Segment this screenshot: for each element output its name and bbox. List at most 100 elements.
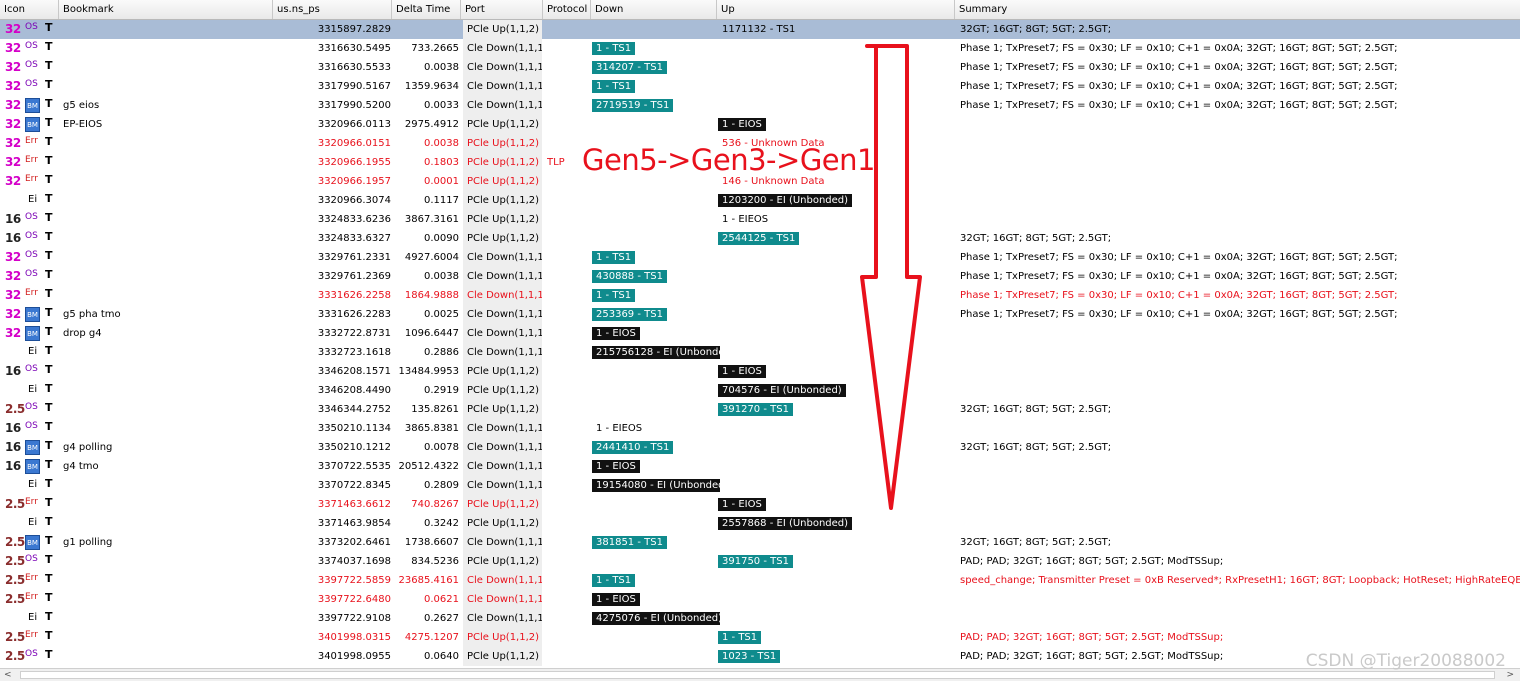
up-packet-badge[interactable]: 1 - EIOS	[718, 498, 766, 511]
column-header-timestamp[interactable]: us.ns_ps	[273, 0, 392, 19]
bookmark-name[interactable]	[63, 210, 268, 229]
scrollbar-thumb[interactable]	[20, 671, 1495, 679]
down-packet-badge[interactable]: 314207 - TS1	[592, 61, 667, 74]
up-packet-badge[interactable]: 704576 - EI (Unbonded)	[718, 384, 846, 397]
table-row[interactable]: Ei T 3320966.3074 0.1117 PCle Up(1,1,2) 12032…	[0, 191, 1520, 210]
bookmark-icon[interactable]: BM	[25, 440, 40, 455]
down-packet-badge[interactable]: 1 - TS1	[592, 42, 636, 55]
bookmark-icon[interactable]: BM	[25, 117, 40, 132]
table-row[interactable]: 32 OS T 3329761.2369 0.0038 Cle Down(1,1,1) 43…	[0, 267, 1520, 286]
table-row[interactable]: 32 BM T EP-EIOS 3320966.0113 2975.4912 PCle Up…	[0, 115, 1520, 134]
bookmark-name[interactable]	[63, 647, 268, 666]
bookmark-icon[interactable]: BM	[25, 535, 40, 550]
table-row[interactable]: 32 BM Tg5 pha tmo 3331626.2283 0.0025 Cle Dow…	[0, 305, 1520, 324]
scroll-left-icon[interactable]: <	[4, 669, 12, 681]
bookmark-name[interactable]	[63, 267, 268, 286]
bookmark-name[interactable]	[63, 248, 268, 267]
column-header-delta-time[interactable]: Delta Time	[392, 0, 461, 19]
bookmark-name[interactable]: g5 pha tmo	[63, 305, 268, 324]
column-header-down[interactable]: Down	[591, 0, 717, 19]
bookmark-name[interactable]	[63, 172, 268, 191]
down-packet-badge[interactable]: 1 - EIOS	[592, 593, 640, 606]
up-packet-badge[interactable]: 1 - EIOS	[718, 365, 766, 378]
bookmark-name[interactable]	[63, 552, 268, 571]
table-row[interactable]: 32 BM Tg5 eios 3317990.5200 0.0033 Cle Down(1…	[0, 96, 1520, 115]
bookmark-name[interactable]	[63, 134, 268, 153]
table-row[interactable]: 32 OS T 3315897.2829 PCle Up(1,1,2) 1171132 -…	[0, 20, 1520, 39]
table-row[interactable]: 16 OS T 3324833.6327 0.0090 PCle Up(1,1,2) 254…	[0, 229, 1520, 248]
bookmark-icon[interactable]: BM	[25, 459, 40, 474]
down-packet-badge[interactable]: 2441410 - TS1	[592, 441, 674, 454]
up-packet-badge[interactable]: 1 - TS1	[718, 631, 762, 644]
bookmark-name[interactable]: EP-EIOS	[63, 115, 268, 134]
down-packet-badge[interactable]: 381851 - TS1	[592, 536, 667, 549]
up-packet-badge[interactable]: 1 - EIEOS	[718, 213, 772, 226]
bookmark-name[interactable]	[63, 419, 268, 438]
column-header-up[interactable]: Up	[717, 0, 955, 19]
horizontal-scrollbar[interactable]: < >	[0, 668, 1520, 681]
bookmark-icon[interactable]: BM	[25, 98, 40, 113]
up-packet-badge[interactable]: 2544125 - TS1	[718, 232, 800, 245]
table-row[interactable]: 16 BM Tg4 tmo 3370722.5535 20512.4322 Cle Dow…	[0, 457, 1520, 476]
down-packet-badge[interactable]: 2719519 - TS1	[592, 99, 674, 112]
bookmark-name[interactable]	[63, 590, 268, 609]
down-packet-badge[interactable]: 430888 - TS1	[592, 270, 667, 283]
column-header-protocol[interactable]: Protocol	[543, 0, 591, 19]
bookmark-name[interactable]: g1 polling	[63, 533, 268, 552]
table-row[interactable]: 32 OS T 3317990.5167 1359.9634 Cle Down(1,1,1…	[0, 77, 1520, 96]
up-packet-badge[interactable]: 1171132 - TS1	[718, 23, 799, 36]
down-packet-badge[interactable]: 1 - TS1	[592, 251, 636, 264]
down-packet-badge[interactable]: 19154080 - EI (Unbonded)	[592, 479, 720, 492]
table-row[interactable]: 16 OS T 3350210.1134 3865.8381 Cle Down(1,1,1…	[0, 419, 1520, 438]
table-row[interactable]: 32 Err T 3331626.2258 1864.9888 Cle Down(1,1,…	[0, 286, 1520, 305]
bookmark-icon[interactable]: BM	[25, 307, 40, 322]
bookmark-name[interactable]	[63, 476, 268, 495]
bookmark-name[interactable]	[63, 609, 268, 628]
down-packet-badge[interactable]: 1 - EIOS	[592, 327, 640, 340]
down-packet-badge[interactable]: 253369 - TS1	[592, 308, 667, 321]
down-packet-badge[interactable]: 1 - TS1	[592, 80, 636, 93]
down-packet-badge[interactable]: 1 - TS1	[592, 574, 636, 587]
bookmark-icon[interactable]: BM	[25, 326, 40, 341]
down-packet-badge[interactable]: 1 - EIOS	[592, 460, 640, 473]
table-row[interactable]: 32 OS T 3329761.2331 4927.6004 Cle Down(1,1,1…	[0, 248, 1520, 267]
up-packet-badge[interactable]: 2557868 - EI (Unbonded)	[718, 517, 853, 530]
bookmark-name[interactable]	[63, 191, 268, 210]
table-row[interactable]: 2.5 Err T 3401998.0315 4275.1207 PCle Up(1,1,…	[0, 628, 1520, 647]
bookmark-name[interactable]	[63, 628, 268, 647]
bookmark-name[interactable]: g5 eios	[63, 96, 268, 115]
up-packet-badge[interactable]: 1 - EIOS	[718, 118, 766, 131]
table-row[interactable]: Ei T 3397722.9108 0.2627 Cle Down(1,1,1) 4275…	[0, 609, 1520, 628]
table-row[interactable]: 16 OS T 3346208.1571 13484.9953 PCle Up(1,1,2…	[0, 362, 1520, 381]
bookmark-name[interactable]	[63, 495, 268, 514]
bookmark-name[interactable]	[63, 362, 268, 381]
bookmark-name[interactable]	[63, 400, 268, 419]
bookmark-name[interactable]: g4 polling	[63, 438, 268, 457]
table-row[interactable]: 32 OS T 3316630.5495 733.2665 Cle Down(1,1,1)…	[0, 39, 1520, 58]
bookmark-name[interactable]	[63, 39, 268, 58]
down-packet-badge[interactable]: 1 - TS1	[592, 289, 636, 302]
table-row[interactable]: Ei T 3332723.1618 0.2886 Cle Down(1,1,1) 2157…	[0, 343, 1520, 362]
table-row[interactable]: 2.5 OS T 3346344.2752 135.8261 PCle Up(1,1,2)…	[0, 400, 1520, 419]
up-packet-badge[interactable]: 391270 - TS1	[718, 403, 793, 416]
bookmark-name[interactable]	[63, 77, 268, 96]
bookmark-name[interactable]	[63, 571, 268, 590]
bookmark-name[interactable]: g4 tmo	[63, 457, 268, 476]
table-row[interactable]: Ei T 3370722.8345 0.2809 Cle Down(1,1,1) 1915…	[0, 476, 1520, 495]
bookmark-name[interactable]	[63, 514, 268, 533]
bookmark-name[interactable]	[63, 58, 268, 77]
bookmark-name[interactable]	[63, 286, 268, 305]
table-row[interactable]: 2.5 OS T 3374037.1698 834.5236 PCle Up(1,1,2)…	[0, 552, 1520, 571]
column-header-bookmark[interactable]: Bookmark	[59, 0, 273, 19]
table-row[interactable]: Ei T 3371463.9854 0.3242 PCle Up(1,1,2) 25578…	[0, 514, 1520, 533]
bookmark-name[interactable]	[63, 153, 268, 172]
bookmark-name[interactable]	[63, 20, 268, 39]
up-packet-badge[interactable]: 391750 - TS1	[718, 555, 793, 568]
down-packet-badge[interactable]: 215756128 - EI (Unbonded)	[592, 346, 720, 359]
column-header-port[interactable]: Port	[461, 0, 543, 19]
table-row[interactable]: 2.5 Err T 3397722.6480 0.0621 Cle Down(1,1,1)…	[0, 590, 1520, 609]
table-row[interactable]: 32 BM Tdrop g4 3332722.8731 1096.6447 Cle Dow…	[0, 324, 1520, 343]
column-header-summary[interactable]: Summary	[955, 0, 1520, 19]
bookmark-name[interactable]	[63, 381, 268, 400]
table-row[interactable]: 2.5 Err T 3371463.6612 740.8267 PCle Up(1,1,2…	[0, 495, 1520, 514]
